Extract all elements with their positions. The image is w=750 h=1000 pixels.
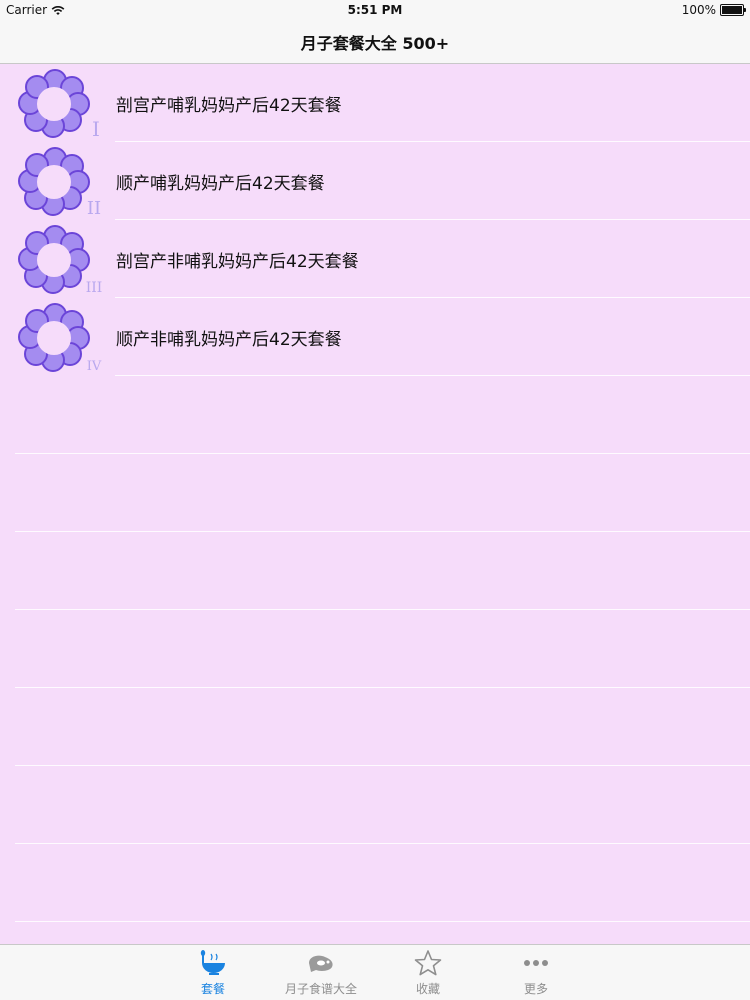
flower-thumbnail-icon: III	[18, 225, 103, 296]
list-item-1[interactable]: I 剖宫产哺乳妈妈产后42天套餐	[0, 64, 750, 142]
list-item-label: 顺产哺乳妈妈产后42天套餐	[116, 174, 325, 194]
page-title: 月子套餐大全 500+	[300, 33, 450, 53]
tab-label: 更多	[523, 982, 548, 996]
more-dots-icon	[524, 960, 548, 966]
list-item-4[interactable]: IV 顺产非哺乳妈妈产后42天套餐	[0, 298, 750, 376]
empty-row	[0, 454, 750, 532]
empty-row	[0, 532, 750, 610]
tab-label: 套餐	[200, 982, 225, 996]
empty-row	[0, 610, 750, 688]
status-bar: Carrier 5:51 PM 100%	[0, 0, 750, 20]
tab-recipes[interactable]: 月子食谱大全	[271, 949, 371, 997]
tab-more[interactable]: 更多	[486, 949, 586, 997]
empty-row	[0, 844, 750, 922]
battery-icon	[720, 4, 746, 16]
flower-thumbnail-icon: I	[18, 69, 100, 140]
tab-meals[interactable]: 套餐	[163, 949, 263, 997]
empty-row	[0, 922, 750, 944]
battery-percent: 100%	[681, 3, 716, 17]
roman-badge: III	[86, 280, 103, 296]
list-item-2[interactable]: II 顺产哺乳妈妈产后42天套餐	[0, 142, 750, 220]
flower-thumbnail-icon: IV	[18, 303, 102, 374]
navigation-bar: 月子套餐大全 500+	[0, 20, 750, 64]
roman-badge: II	[87, 198, 101, 218]
menu-list: I 剖宫产哺乳妈妈产后42天套餐 II 顺产哺乳妈妈产后42天套餐 III 剖宫…	[0, 64, 750, 944]
status-time: 5:51 PM	[347, 3, 403, 17]
tab-label: 收藏	[415, 982, 440, 996]
list-item-label: 剖宫产哺乳妈妈产后42天套餐	[116, 96, 342, 116]
list-item-3[interactable]: III 剖宫产非哺乳妈妈产后42天套餐	[0, 220, 750, 298]
roman-badge: IV	[87, 359, 102, 374]
tab-label: 月子食谱大全	[284, 982, 357, 996]
list-item-label: 剖宫产非哺乳妈妈产后42天套餐	[116, 252, 359, 272]
flower-thumbnail-icon: II	[18, 147, 101, 218]
tab-bar: 套餐 月子食谱大全 收藏 更多	[0, 944, 750, 1000]
bowl-icon	[200, 950, 225, 975]
empty-row	[0, 688, 750, 766]
empty-row	[0, 766, 750, 844]
empty-row	[0, 376, 750, 454]
tab-favorites[interactable]: 收藏	[378, 949, 478, 997]
list-item-label: 顺产非哺乳妈妈产后42天套餐	[116, 330, 342, 350]
meat-icon	[309, 955, 333, 972]
roman-badge: I	[92, 117, 100, 140]
battery-info: 100%	[681, 3, 746, 17]
star-icon	[414, 950, 442, 976]
